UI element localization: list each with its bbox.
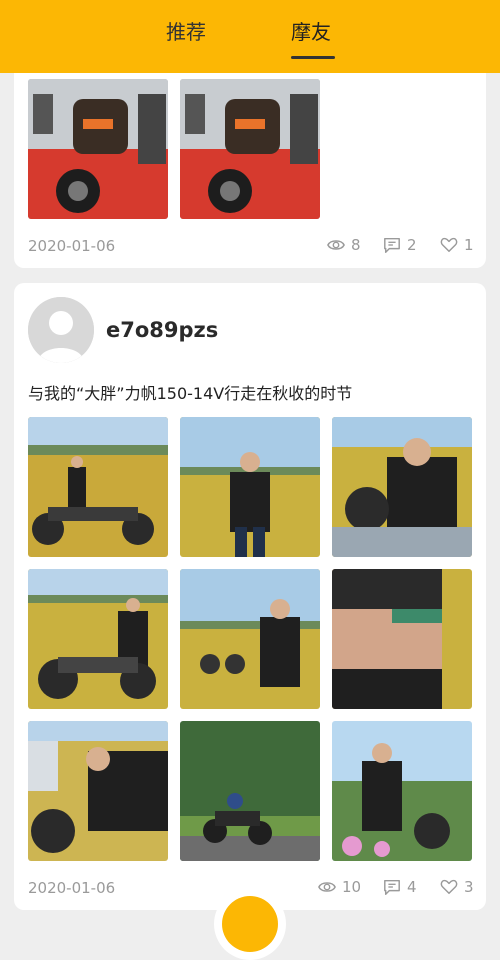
likes-stat[interactable]: 1 [440, 236, 474, 254]
views-count: 8 [351, 236, 361, 254]
views-stat: 8 [327, 236, 361, 254]
likes-stat[interactable]: 3 [440, 878, 474, 896]
post-date: 2020-01-06 [28, 237, 116, 255]
post-photo[interactable] [180, 79, 320, 219]
add-icon [222, 896, 278, 952]
heart-icon [440, 879, 458, 895]
rider-closeup-photo [332, 569, 472, 709]
likes-count: 1 [464, 236, 474, 254]
comments-count: 4 [407, 878, 417, 896]
default-avatar-icon [28, 297, 94, 363]
motorcycle-photo [180, 79, 320, 219]
post-photo[interactable] [180, 417, 320, 557]
views-stat: 10 [318, 878, 361, 896]
comments-stat[interactable]: 4 [383, 878, 417, 896]
likes-count: 3 [464, 878, 474, 896]
avatar[interactable] [28, 297, 94, 363]
top-nav-bar: 推荐 摩友 [0, 0, 500, 73]
rider-flowers-photo [332, 721, 472, 861]
post-card-1[interactable]: 2020-01-06 8 2 1 [14, 50, 486, 268]
post-photo[interactable] [28, 79, 168, 219]
views-count: 10 [342, 878, 362, 896]
comments-stat[interactable]: 2 [383, 236, 417, 254]
post-photo[interactable] [180, 721, 320, 861]
tab-recommend[interactable]: 推荐 [166, 16, 206, 45]
comments-count: 2 [407, 236, 417, 254]
post-photo[interactable] [332, 721, 472, 861]
rider-field-photo [28, 417, 168, 557]
post-text: 与我的“大胖”力帆150-14V行走在秋收的时节 [28, 384, 353, 403]
post-card-2[interactable]: e7o89pzs 与我的“大胖”力帆150-14V行走在秋收的时节 2020-0… [14, 283, 486, 910]
eye-icon [318, 882, 336, 892]
active-tab-indicator [291, 56, 335, 59]
rider-helmet-photo [332, 417, 472, 557]
eye-icon [327, 240, 345, 250]
post-photo[interactable] [28, 569, 168, 709]
motorcycle-photo [28, 79, 168, 219]
comment-icon [384, 237, 400, 253]
rider-bike-photo [28, 721, 168, 861]
post-photo[interactable] [28, 721, 168, 861]
rider-field-photo [180, 417, 320, 557]
post-date: 2020-01-06 [28, 879, 116, 897]
post-photo[interactable] [28, 417, 168, 557]
add-post-button[interactable] [214, 888, 286, 960]
rider-road-photo [180, 721, 320, 861]
heart-icon [440, 237, 458, 253]
username[interactable]: e7o89pzs [106, 318, 218, 342]
rider-field-photo [28, 569, 168, 709]
post-photo[interactable] [332, 417, 472, 557]
rider-field-photo [180, 569, 320, 709]
tab-friends[interactable]: 摩友 [291, 16, 331, 45]
post-photo[interactable] [332, 569, 472, 709]
comment-icon [384, 879, 400, 895]
post-photo[interactable] [180, 569, 320, 709]
